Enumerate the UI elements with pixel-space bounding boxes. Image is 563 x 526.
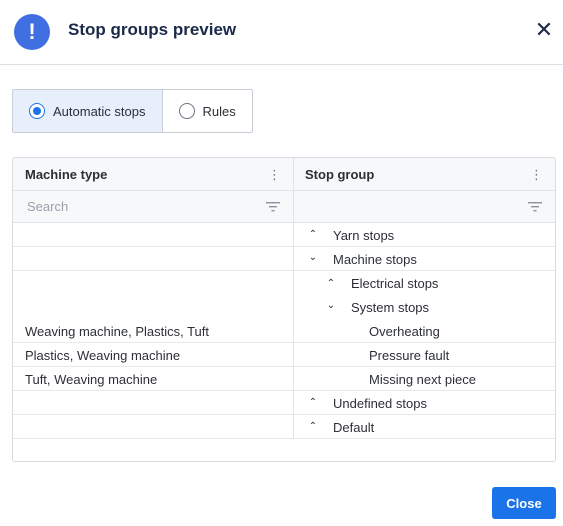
chevron-up-icon[interactable]: ⌃ (307, 229, 319, 241)
filter-icon[interactable] (266, 201, 280, 213)
grid-filter-row: Search (13, 191, 555, 223)
table-row[interactable]: ⌄ Machine stops (13, 247, 555, 271)
table-row[interactable]: ⌃ Undefined stops (13, 391, 555, 415)
toggle-label: Rules (202, 103, 236, 119)
search-input[interactable]: Search (27, 191, 68, 223)
table-row[interactable]: Tuft, Weaving machine Missing next piece (13, 367, 555, 391)
table-row[interactable]: ⌃ Yarn stops (13, 223, 555, 247)
dialog-title: Stop groups preview (68, 20, 237, 39)
column-header-stop-group[interactable]: Stop group (305, 158, 374, 191)
kebab-menu-icon[interactable]: ⋮ (530, 167, 543, 183)
radio-unchecked-icon[interactable] (178, 103, 195, 119)
stop-group-label: Pressure fault (369, 348, 450, 363)
chevron-down-icon[interactable]: ⌄ (325, 300, 337, 312)
stop-groups-grid: Machine type ⋮ Stop group ⋮ Search ⌃ Yar… (12, 157, 556, 462)
table-row[interactable]: Plastics, Weaving machine Pressure fault (13, 343, 555, 367)
stop-group-label: Default (333, 420, 375, 435)
stop-group-label: Overheating (369, 324, 440, 339)
chevron-down-icon[interactable]: ⌄ (307, 252, 319, 264)
stop-group-label: Electrical stops (351, 276, 439, 291)
chevron-up-icon[interactable]: ⌃ (325, 278, 337, 290)
column-header-machine-type[interactable]: Machine type (25, 158, 107, 191)
table-row[interactable]: ⌃ Default (13, 415, 555, 439)
stop-group-label: System stops (351, 300, 430, 315)
machine-type-cell: Tuft, Weaving machine (25, 372, 158, 387)
table-row[interactable]: ⌃ Electrical stops ⌄ System stops Weavin… (13, 271, 555, 343)
close-icon[interactable]: ✕ (534, 18, 554, 42)
stop-group-label: Yarn stops (333, 228, 395, 243)
grid-header: Machine type ⋮ Stop group ⋮ (13, 158, 555, 191)
machine-type-cell: Plastics, Weaving machine (25, 348, 181, 363)
stop-group-label: Missing next piece (369, 372, 476, 387)
chevron-up-icon[interactable]: ⌃ (307, 421, 319, 433)
toggle-label: Automatic stops (53, 103, 146, 119)
stop-group-label: Undefined stops (333, 396, 427, 411)
filter-icon[interactable] (528, 201, 542, 213)
kebab-menu-icon[interactable]: ⋮ (268, 167, 281, 183)
toggle-rules[interactable]: Rules (163, 90, 252, 132)
exclamation-icon: ! (14, 14, 50, 50)
dialog-header: ! Stop groups preview ✕ (0, 0, 563, 65)
view-toggle: Automatic stops Rules (12, 89, 253, 133)
stop-group-label: Machine stops (333, 252, 417, 267)
chevron-up-icon[interactable]: ⌃ (307, 397, 319, 409)
toggle-automatic-stops[interactable]: Automatic stops (13, 90, 163, 132)
machine-type-cell: Weaving machine, Plastics, Tuft (25, 324, 210, 339)
radio-checked-icon[interactable] (29, 103, 45, 119)
close-button[interactable]: Close (492, 487, 556, 519)
